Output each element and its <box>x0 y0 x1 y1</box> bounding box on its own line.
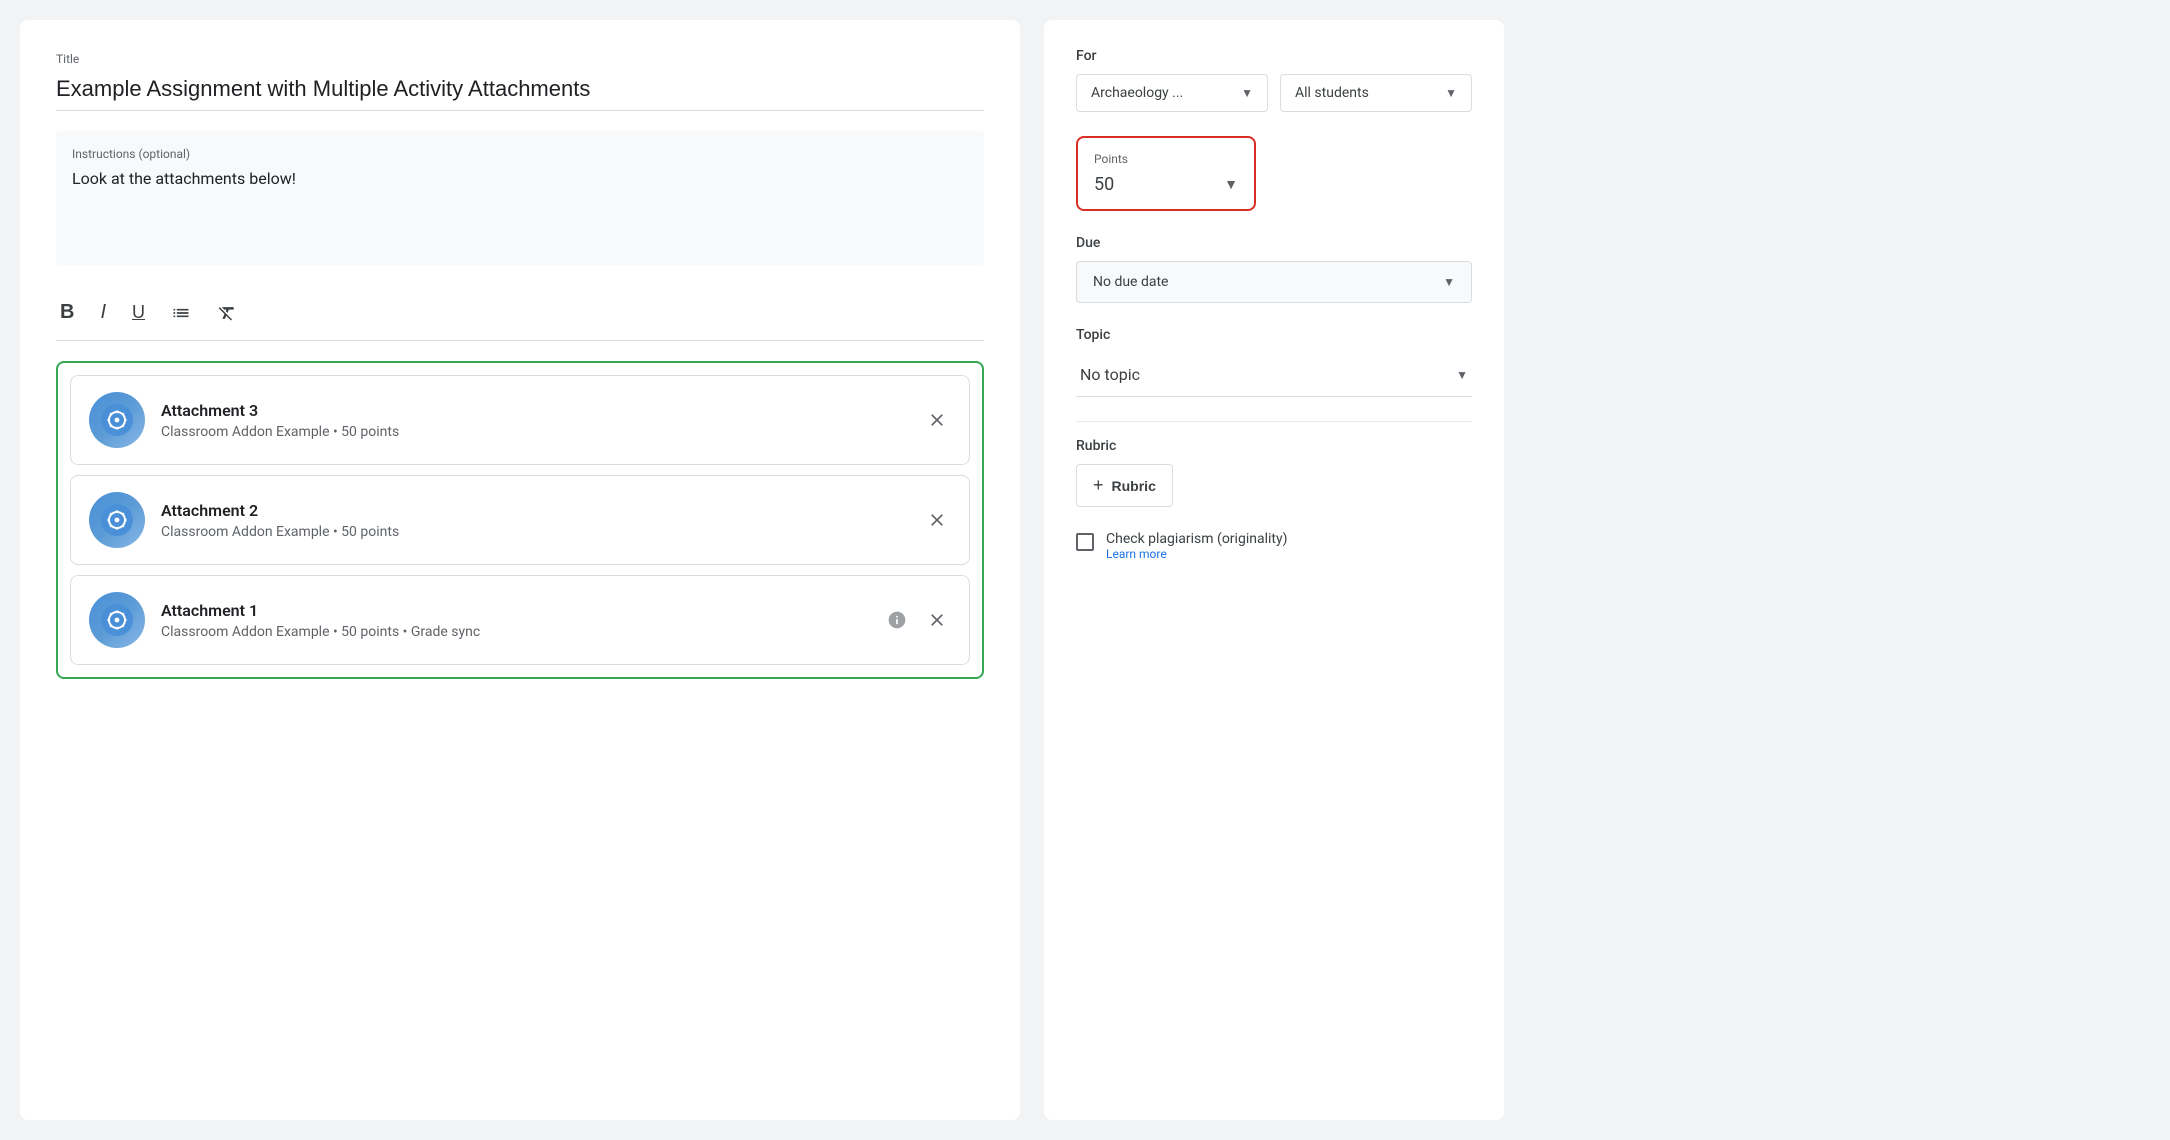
for-label: For <box>1076 48 1472 64</box>
remove-attachment-button[interactable] <box>923 506 951 534</box>
remove-attachment-button[interactable] <box>923 406 951 434</box>
title-label: Title <box>56 52 984 66</box>
attachment-info: Attachment 1 Classroom Addon Example • 5… <box>161 601 867 640</box>
attachment-title: Attachment 3 <box>161 401 907 420</box>
attachment-actions <box>923 506 951 534</box>
italic-button[interactable]: I <box>96 297 110 328</box>
plagiarism-section: Check plagiarism (originality) Learn mor… <box>1076 531 1472 561</box>
for-section: For Archaeology ... ▼ All students ▼ <box>1076 48 1472 112</box>
side-panel: For Archaeology ... ▼ All students ▼ Poi… <box>1044 20 1504 1120</box>
attachment-title: Attachment 2 <box>161 501 907 520</box>
rubric-label: Rubric <box>1076 438 1472 454</box>
attachment-info: Attachment 3 Classroom Addon Example • 5… <box>161 401 907 440</box>
points-label: Points <box>1094 152 1238 166</box>
title-section: Title <box>56 52 984 111</box>
class-dropdown[interactable]: Archaeology ... ▼ <box>1076 74 1268 112</box>
instructions-section: Instructions (optional) Look at the atta… <box>56 131 984 265</box>
for-row: Archaeology ... ▼ All students ▼ <box>1076 74 1472 112</box>
learn-more-link[interactable]: Learn more <box>1106 547 1287 561</box>
plagiarism-checkbox[interactable] <box>1076 533 1094 551</box>
bold-button[interactable]: B <box>56 297 78 328</box>
attachment-card: Attachment 2 Classroom Addon Example • 5… <box>70 475 970 565</box>
chevron-down-icon: ▼ <box>1224 176 1238 193</box>
chevron-down-icon: ▼ <box>1241 86 1253 100</box>
plus-icon: + <box>1093 475 1104 496</box>
title-input[interactable] <box>56 72 984 111</box>
topic-value: No topic <box>1080 365 1140 384</box>
chevron-down-icon: ▼ <box>1456 368 1468 382</box>
students-dropdown[interactable]: All students ▼ <box>1280 74 1472 112</box>
plagiarism-title: Check plagiarism (originality) <box>1106 531 1287 547</box>
remove-attachment-button[interactable] <box>923 606 951 634</box>
topic-dropdown[interactable]: No topic ▼ <box>1076 353 1472 397</box>
points-box: Points 50 ▼ <box>1076 136 1256 211</box>
due-value: No due date <box>1093 274 1168 290</box>
underline-button[interactable]: U <box>128 298 149 327</box>
attachment-actions <box>923 406 951 434</box>
info-button[interactable] <box>883 606 911 634</box>
points-value-row: 50 ▼ <box>1094 174 1238 195</box>
due-label: Due <box>1076 235 1472 251</box>
add-rubric-button[interactable]: + Rubric <box>1076 464 1173 507</box>
attachment-info: Attachment 2 Classroom Addon Example • 5… <box>161 501 907 540</box>
plagiarism-text: Check plagiarism (originality) Learn mor… <box>1106 531 1287 561</box>
instructions-label: Instructions (optional) <box>72 147 968 161</box>
class-value: Archaeology ... <box>1091 85 1233 101</box>
points-section: Points 50 ▼ <box>1076 136 1472 211</box>
rubric-section: Rubric + Rubric <box>1076 438 1472 507</box>
attachment-card: Attachment 1 Classroom Addon Example • 5… <box>70 575 970 665</box>
attachment-icon <box>89 492 145 548</box>
attachments-container: Attachment 3 Classroom Addon Example • 5… <box>56 361 984 679</box>
students-value: All students <box>1295 85 1437 101</box>
attachment-meta: Classroom Addon Example • 50 points <box>161 424 907 440</box>
topic-label: Topic <box>1076 327 1472 343</box>
instructions-text[interactable]: Look at the attachments below! <box>72 169 968 249</box>
rubric-btn-label: Rubric <box>1112 478 1156 494</box>
attachment-meta: Classroom Addon Example • 50 points • Gr… <box>161 624 867 640</box>
attachment-icon <box>89 392 145 448</box>
clear-format-button[interactable] <box>213 299 241 327</box>
divider <box>1076 421 1472 422</box>
formatting-toolbar: B I U <box>56 285 984 341</box>
attachment-title: Attachment 1 <box>161 601 867 620</box>
attachment-card: Attachment 3 Classroom Addon Example • 5… <box>70 375 970 465</box>
list-button[interactable] <box>167 299 195 327</box>
chevron-down-icon: ▼ <box>1443 275 1455 289</box>
points-value: 50 <box>1094 174 1114 195</box>
main-panel: Title Instructions (optional) Look at th… <box>20 20 1020 1120</box>
due-dropdown[interactable]: No due date ▼ <box>1076 261 1472 303</box>
chevron-down-icon: ▼ <box>1445 86 1457 100</box>
topic-section: Topic No topic ▼ <box>1076 327 1472 397</box>
due-section: Due No due date ▼ <box>1076 235 1472 303</box>
attachment-actions <box>883 606 951 634</box>
attachment-meta: Classroom Addon Example • 50 points <box>161 524 907 540</box>
attachment-icon <box>89 592 145 648</box>
